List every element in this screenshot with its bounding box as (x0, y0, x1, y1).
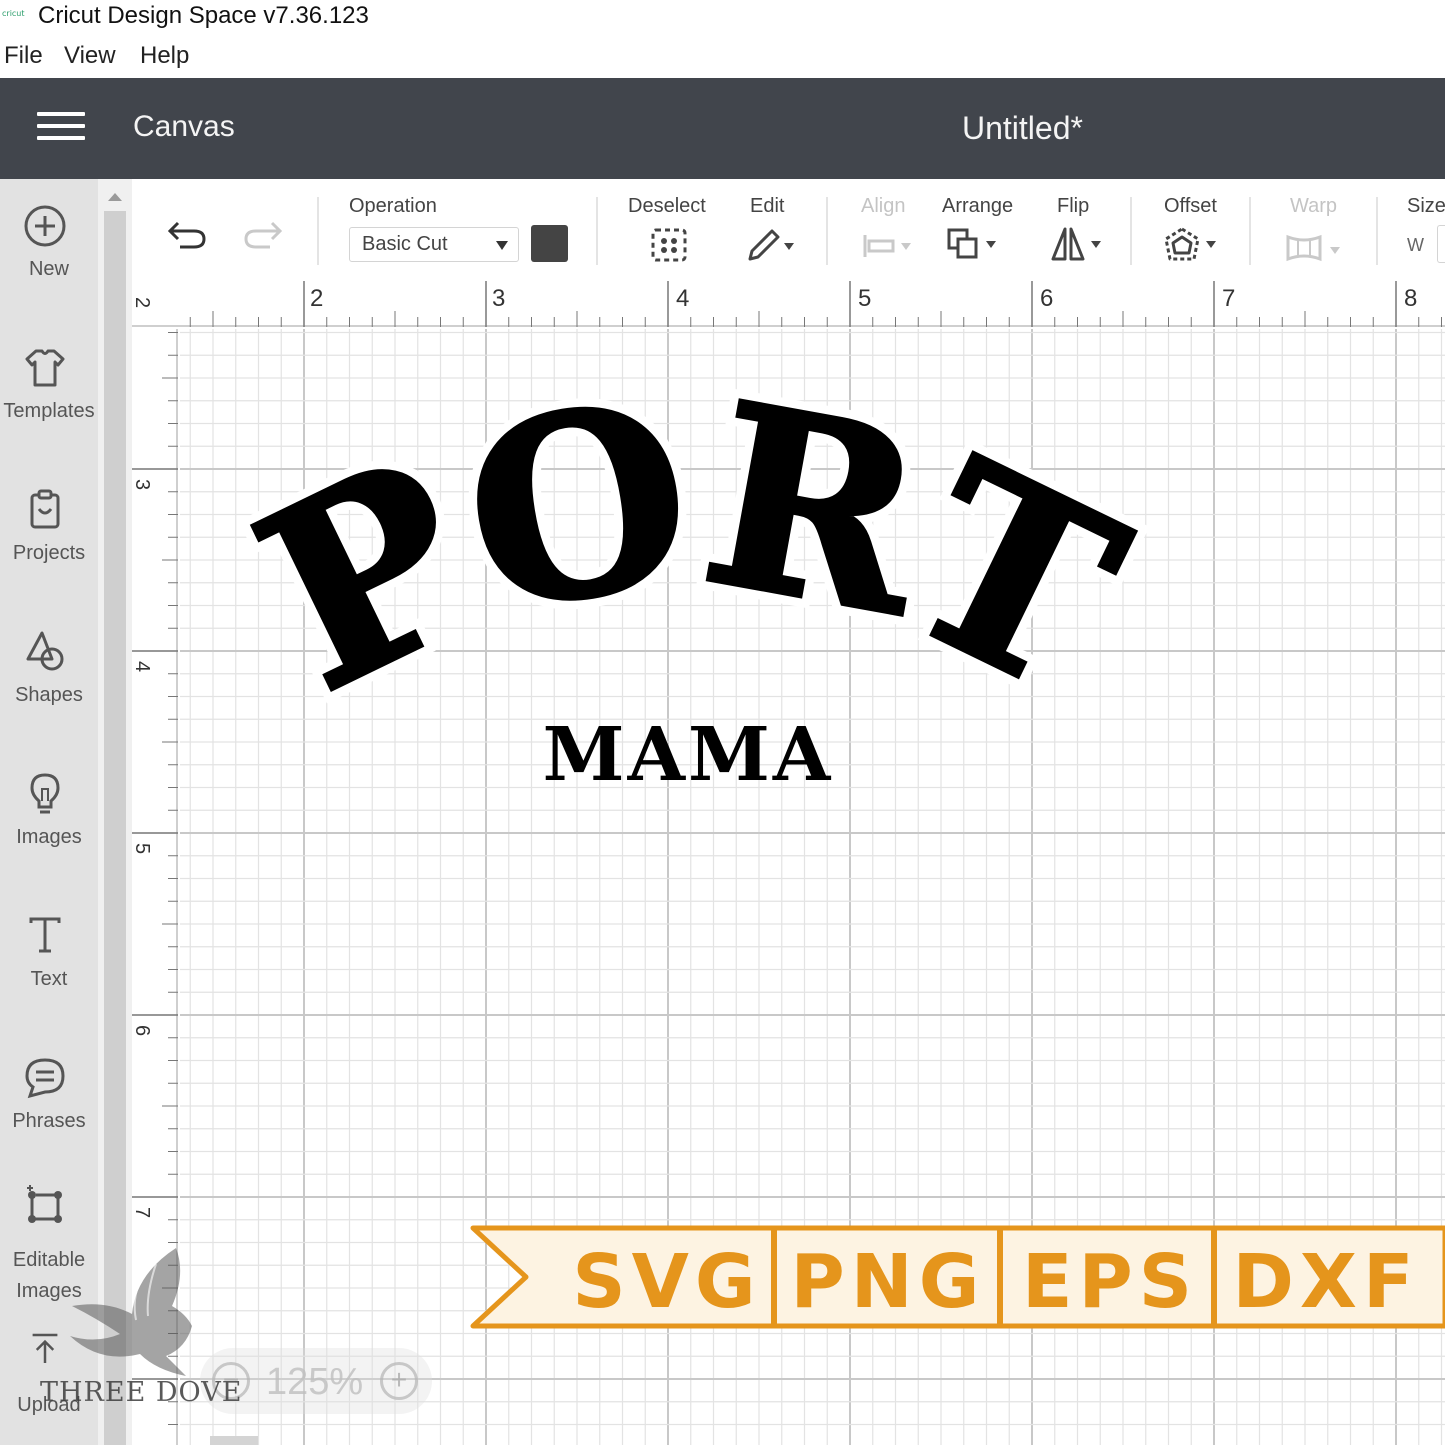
sidebar-item-label: Images (16, 826, 82, 848)
edit-toolbar: Operation Basic Cut Deselect Edit Align (132, 179, 1445, 281)
sidebar-item-images[interactable]: Images (0, 771, 98, 891)
section-title: Canvas (133, 110, 235, 143)
zoom-level: 125% (266, 1361, 364, 1403)
menu-bar: File View Help (0, 38, 1445, 76)
editable-images-icon (27, 1185, 62, 1223)
speech-bubble-icon (25, 1058, 65, 1099)
ruler-label: 8 (1404, 285, 1418, 312)
ruler-label: 4 (676, 285, 690, 312)
ruler-label: 2 (310, 285, 324, 312)
undo-icon[interactable] (166, 217, 208, 253)
edit-label: Edit (750, 195, 785, 217)
sidebar-item-templates[interactable]: Templates (0, 345, 98, 465)
size-label: Size (1407, 195, 1445, 217)
menu-view[interactable]: View (64, 42, 116, 70)
format-png: PNG (791, 1239, 986, 1325)
pencil-icon (748, 229, 794, 261)
tshirt-icon (25, 349, 65, 387)
sidebar-item-label: Shapes (15, 684, 83, 706)
operation-label: Operation (349, 195, 437, 217)
ruler-label: 2 (132, 296, 154, 309)
operation-select[interactable]: Basic Cut (349, 227, 519, 262)
offset-button[interactable]: Offset (1164, 179, 1234, 279)
divider (596, 197, 598, 265)
sidebar-item-label: Phrases (12, 1110, 86, 1132)
hamburger-menu-icon[interactable] (37, 112, 85, 144)
divider (1249, 197, 1251, 265)
format-svg: SVG (572, 1239, 761, 1325)
flip-button[interactable]: Flip (1051, 179, 1127, 279)
align-button: Align (861, 179, 921, 279)
app-logo: cricut (2, 9, 25, 18)
size-width-label: W (1407, 235, 1424, 255)
sidebar-item-phrases[interactable]: Phrases (0, 1055, 98, 1175)
warp-button: Warp (1286, 179, 1360, 279)
chevron-down-icon (496, 241, 508, 250)
arrange-label: Arrange (942, 195, 1014, 217)
warp-icon (1286, 234, 1340, 262)
align-icon (863, 235, 911, 257)
ruler-label: 3 (492, 285, 506, 312)
menu-file[interactable]: File (4, 42, 43, 70)
format-eps: EPS (1022, 1239, 1198, 1325)
ruler-label: 5 (132, 842, 154, 855)
shapes-icon (26, 631, 64, 671)
zoom-in-icon[interactable]: + (380, 1362, 418, 1400)
offset-label: Offset (1164, 195, 1217, 217)
warp-label: Warp (1290, 195, 1338, 217)
document-title[interactable]: Untitled* (962, 110, 1083, 147)
horizontal-scrollbar-thumb[interactable] (210, 1436, 258, 1445)
operation-value: Basic Cut (362, 233, 448, 255)
scroll-up-icon[interactable] (108, 193, 122, 201)
deselect-icon (651, 228, 687, 262)
arrange-button[interactable]: Arrange (942, 179, 1032, 279)
sidebar-item-label: New (28, 258, 69, 280)
ruler-label: 5 (858, 285, 872, 312)
sidebar-item-new[interactable]: New (0, 203, 98, 323)
ruler-label: 6 (1040, 285, 1054, 312)
divider (317, 197, 319, 265)
divider (826, 197, 828, 265)
sidebar-item-label: Projects (12, 542, 86, 564)
text-icon (29, 917, 61, 953)
ruler-label: 7 (1222, 285, 1236, 312)
arrange-icon (947, 228, 996, 259)
ruler-label: 6 (132, 1024, 154, 1037)
sidebar-item-label: Templates (3, 400, 95, 422)
watermark-brand: THREE DOVE (40, 1377, 243, 1408)
title-bar: cricut Cricut Design Space v7.36.123 (0, 0, 1445, 34)
size-tool: Size W (1407, 179, 1445, 279)
projects-icon (30, 489, 60, 529)
lightbulb-icon (30, 773, 60, 814)
sidebar-item-projects[interactable]: Projects (0, 487, 98, 607)
format-dxf: DXF (1232, 1239, 1419, 1325)
divider (1130, 197, 1132, 265)
app-window: cricut Cricut Design Space v7.36.123 Fil… (0, 0, 1445, 1445)
app-header: Canvas Untitled* (0, 78, 1445, 179)
ruler-label: 7 (132, 1206, 154, 1219)
deselect-label: Deselect (628, 195, 706, 217)
ruler-label: 3 (132, 478, 154, 491)
flip-label: Flip (1057, 195, 1090, 217)
offset-icon (1164, 227, 1216, 261)
plus-circle-icon (24, 205, 66, 247)
file-formats-banner: SVG PNG EPS DXF (470, 1225, 1445, 1329)
flip-icon (1051, 227, 1101, 261)
operation-color-swatch[interactable] (531, 225, 568, 262)
menu-help[interactable]: Help (140, 42, 189, 70)
edit-button[interactable]: Edit (748, 179, 820, 279)
sidebar-item-text[interactable]: Text (0, 913, 98, 1033)
deselect-button[interactable]: Deselect (628, 179, 718, 279)
width-input[interactable] (1437, 225, 1445, 263)
divider (1376, 197, 1378, 265)
redo-icon (244, 221, 283, 249)
align-label: Align (861, 195, 906, 217)
sidebar-item-label: Text (30, 968, 68, 990)
sidebar-item-shapes[interactable]: Shapes (0, 629, 98, 749)
window-title: Cricut Design Space v7.36.123 (38, 2, 369, 29)
ruler-label: 4 (132, 660, 154, 673)
horizontal-ruler: 2 2 3 4 5 6 7 8 (132, 281, 1445, 327)
